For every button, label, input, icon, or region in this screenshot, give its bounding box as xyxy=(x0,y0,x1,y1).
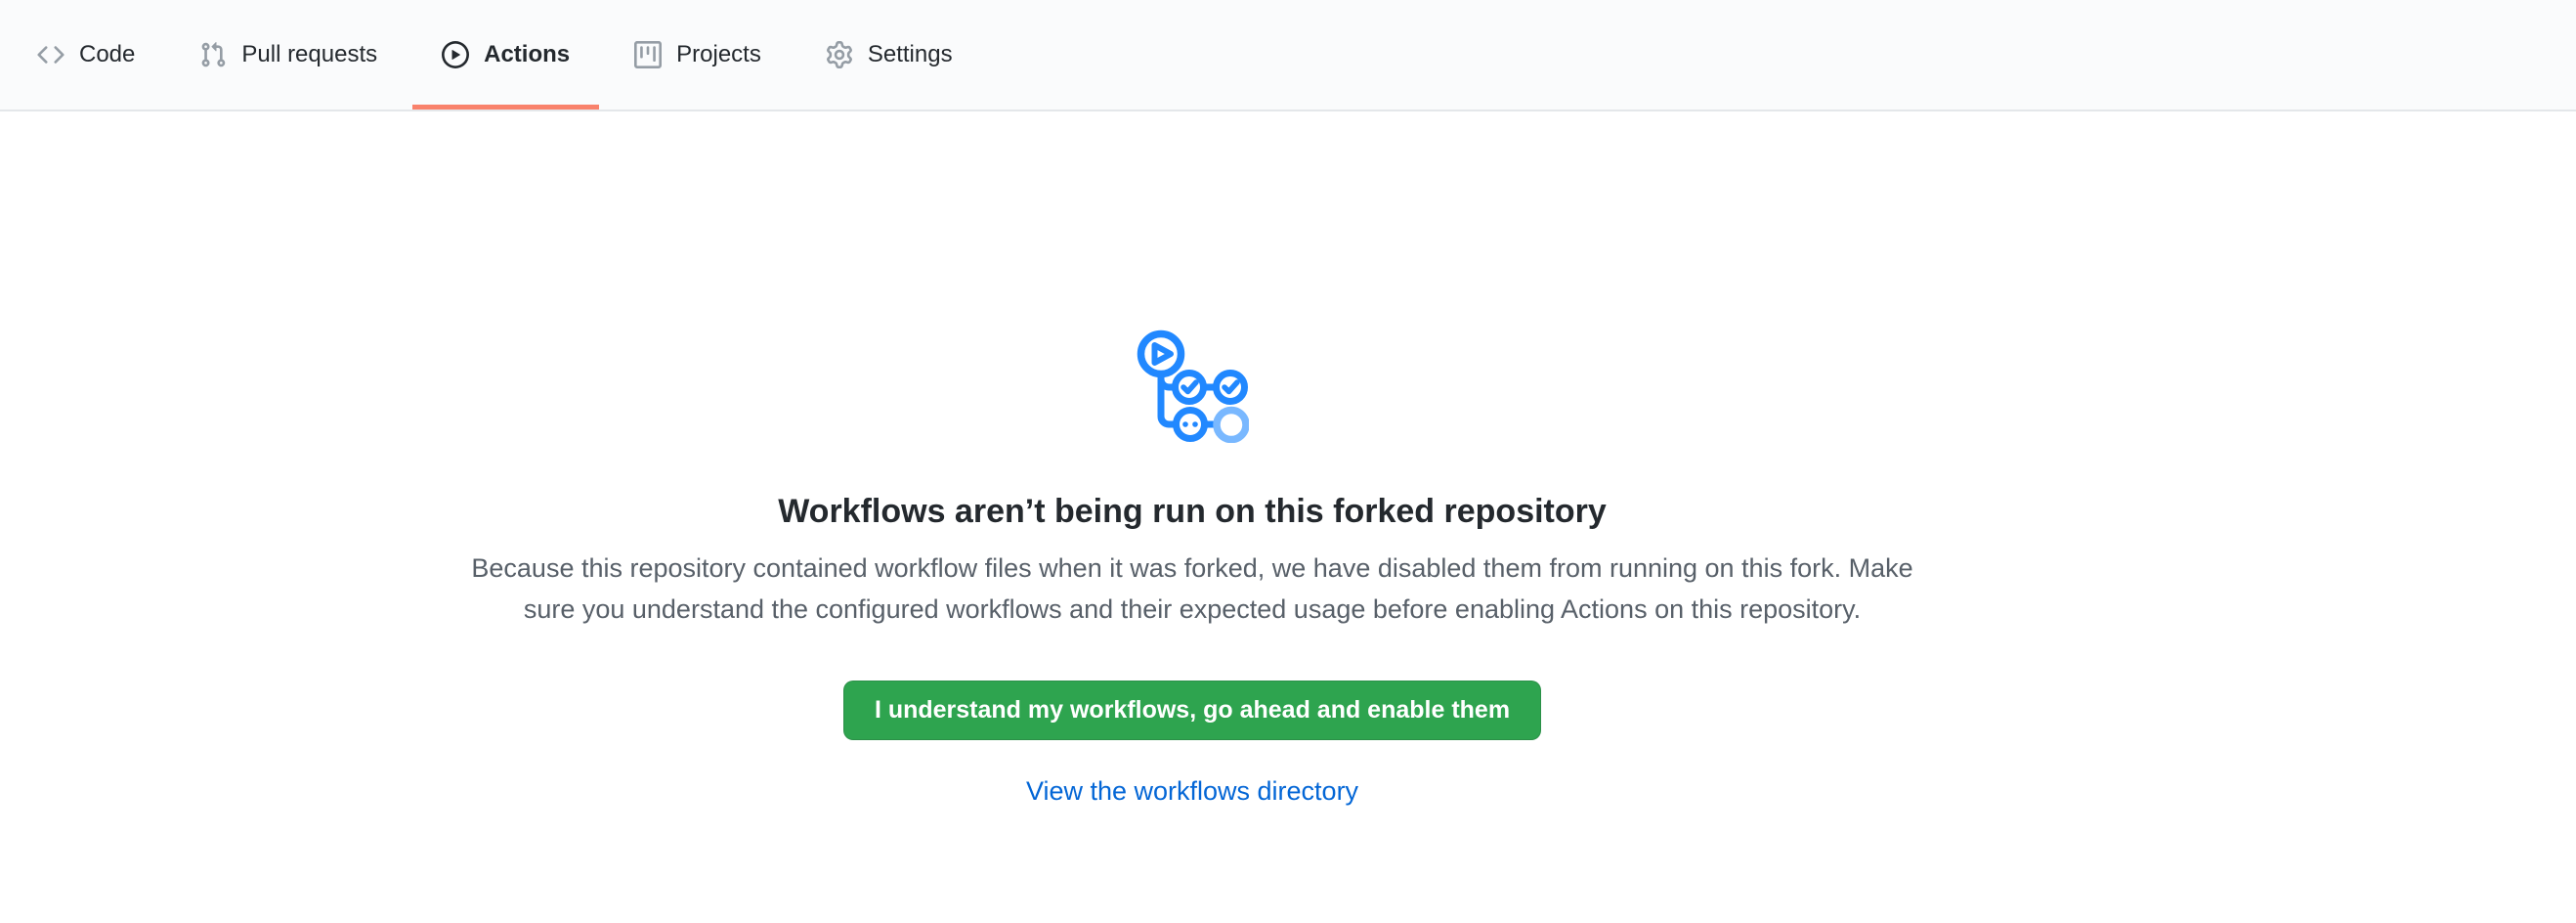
tab-code-label: Code xyxy=(79,43,135,66)
tab-projects-label: Projects xyxy=(676,43,761,66)
tab-code[interactable]: Code xyxy=(8,0,164,110)
actions-page: Workflows aren’t being run on this forke… xyxy=(0,111,2576,807)
link-row: View the workflows directory xyxy=(0,776,2384,807)
git-pull-request-icon xyxy=(199,41,227,68)
repo-tabnav: Code Pull requests Actions Projects Sett… xyxy=(0,0,2576,111)
description-line-2: sure you understand the configured workf… xyxy=(0,589,2384,630)
tab-projects[interactable]: Projects xyxy=(605,0,791,110)
project-icon xyxy=(634,41,662,68)
workflows-disabled-blankslate: Workflows aren’t being run on this forke… xyxy=(0,111,2384,807)
tab-actions[interactable]: Actions xyxy=(412,0,599,110)
description-line-1: Because this repository contained workfl… xyxy=(0,548,2384,589)
tab-pull-requests[interactable]: Pull requests xyxy=(170,0,407,110)
enable-workflows-button[interactable]: I understand my workflows, go ahead and … xyxy=(843,681,1541,740)
blankslate-description: Because this repository contained workfl… xyxy=(0,548,2384,630)
tab-actions-label: Actions xyxy=(484,43,570,66)
blankslate-title: Workflows aren’t being run on this forke… xyxy=(0,491,2384,533)
tab-settings-label: Settings xyxy=(868,43,953,66)
play-icon xyxy=(442,41,469,68)
tab-settings[interactable]: Settings xyxy=(796,0,982,110)
workflow-graph-icon xyxy=(1136,330,1249,443)
view-workflows-directory-link[interactable]: View the workflows directory xyxy=(1026,776,1358,806)
tab-pull-requests-label: Pull requests xyxy=(241,43,377,66)
code-icon xyxy=(37,41,64,68)
gear-icon xyxy=(826,41,853,68)
